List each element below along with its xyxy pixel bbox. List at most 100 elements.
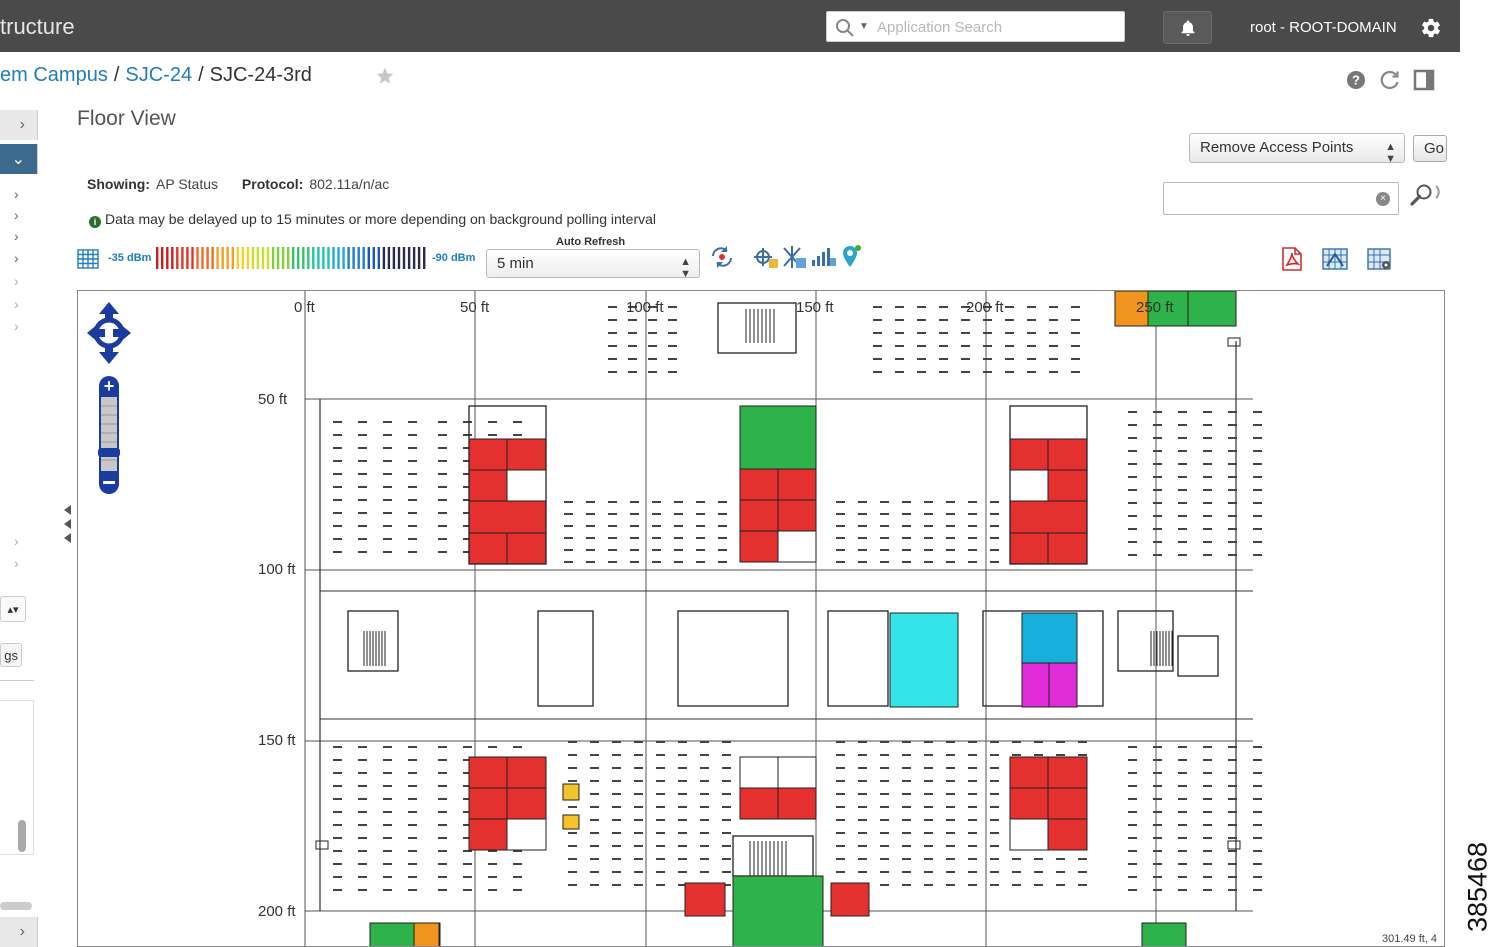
desk-mark xyxy=(408,538,417,540)
desk-mark xyxy=(924,845,933,847)
desk-mark xyxy=(408,798,417,800)
desk-mark xyxy=(1128,785,1137,787)
room-zone xyxy=(468,787,508,820)
room-zone xyxy=(413,922,440,946)
desk-mark xyxy=(383,889,392,891)
desk-mark xyxy=(917,306,926,308)
desk-mark xyxy=(608,501,617,503)
desk-mark xyxy=(946,832,955,834)
pdf-export-icon[interactable] xyxy=(1279,246,1305,277)
desk-mark xyxy=(463,421,472,423)
desk-mark xyxy=(1005,319,1014,321)
desk-mark xyxy=(722,780,731,782)
map-search-icon[interactable] xyxy=(1409,183,1441,214)
sidebar-bottom-expand-button[interactable]: › xyxy=(0,917,38,947)
search-input[interactable] xyxy=(877,16,1117,38)
desk-mark xyxy=(628,332,637,334)
sidebar-item-chevron[interactable]: › xyxy=(14,318,19,334)
desk-mark xyxy=(968,525,977,527)
position-access-point-icon[interactable] xyxy=(780,244,808,275)
favorite-star-icon[interactable] xyxy=(375,66,395,91)
sidebar-item-chevron[interactable]: › xyxy=(14,207,19,223)
desk-mark xyxy=(383,499,392,501)
desk-mark xyxy=(961,345,970,347)
desk-mark xyxy=(1056,754,1065,756)
floor-plan-drawing[interactable] xyxy=(78,291,1445,947)
legend-stripe xyxy=(246,247,250,269)
desk-mark xyxy=(1203,785,1212,787)
auto-refresh-select[interactable]: 5 min ▲ ▼ xyxy=(486,249,700,280)
sidebar-horizontal-scrollbar[interactable] xyxy=(0,902,32,910)
map-navigation-control[interactable]: + xyxy=(86,300,134,501)
alarm-bell-button[interactable] xyxy=(1163,11,1212,44)
map-grid-export-icon[interactable] xyxy=(1321,246,1349,277)
add-access-point-icon[interactable] xyxy=(752,244,780,275)
refresh-map-icon[interactable] xyxy=(708,244,736,275)
desk-mark xyxy=(1049,358,1058,360)
help-icon[interactable]: ? xyxy=(1346,70,1366,95)
legend-stripe xyxy=(327,247,330,269)
map-search-field[interactable]: × xyxy=(1163,182,1399,215)
desk-mark xyxy=(408,837,417,839)
sidebar-scrollbar[interactable] xyxy=(18,820,26,852)
desk-mark xyxy=(438,889,447,891)
sidebar-expand-button[interactable]: › xyxy=(0,110,38,140)
sidebar-item-chevron[interactable]: › xyxy=(14,533,19,549)
grid-toggle-icon[interactable] xyxy=(77,249,99,274)
sidebar-select[interactable]: ▴▾ xyxy=(0,596,26,622)
desk-mark xyxy=(333,434,342,436)
desk-mark xyxy=(700,871,709,873)
desk-mark xyxy=(924,525,933,527)
y-ruler-label: 100 ft xyxy=(258,561,296,578)
desk-mark xyxy=(946,806,955,808)
breadcrumb-campus-link[interactable]: em Campus xyxy=(0,64,108,86)
chevron-down-icon[interactable]: ▼ xyxy=(859,21,869,32)
legend-stripe xyxy=(372,247,375,269)
signal-chart-icon[interactable] xyxy=(810,244,838,275)
clear-icon[interactable]: × xyxy=(1376,192,1390,206)
application-search[interactable]: ▼ xyxy=(826,11,1125,42)
desk-mark xyxy=(902,561,911,563)
desk-mark xyxy=(1253,554,1262,556)
desk-mark xyxy=(946,754,955,756)
desk-mark xyxy=(968,741,977,743)
sidebar-item-chevron[interactable]: › xyxy=(14,250,19,266)
sidebar-item-chevron[interactable]: › xyxy=(14,296,19,312)
desk-mark xyxy=(568,884,577,886)
desk-mark xyxy=(678,754,687,756)
collapse-sidebar-handle[interactable] xyxy=(64,505,71,547)
desk-mark xyxy=(880,767,889,769)
remove-access-points-select[interactable]: Remove Access Points ▲ ▼ xyxy=(1189,133,1405,165)
refresh-icon[interactable] xyxy=(1379,69,1401,96)
expand-panel-icon[interactable] xyxy=(1413,69,1435,96)
sidebar-item-chevron[interactable]: › xyxy=(14,228,19,244)
desk-mark xyxy=(961,319,970,321)
desk-mark xyxy=(408,759,417,761)
desk-mark xyxy=(408,850,417,852)
desk-mark xyxy=(1128,824,1137,826)
room-zone xyxy=(1009,532,1049,565)
desk-mark xyxy=(590,741,599,743)
sidebar-item-chevron[interactable]: › xyxy=(14,555,19,571)
sidebar-settings-button[interactable]: gs xyxy=(0,643,22,667)
desk-mark xyxy=(1027,371,1036,373)
map-settings-icon[interactable] xyxy=(1366,246,1394,277)
desk-mark xyxy=(383,525,392,527)
desk-mark xyxy=(1153,450,1162,452)
go-button[interactable]: Go xyxy=(1413,135,1447,162)
sidebar-collapse-button[interactable]: ⌄ xyxy=(0,144,38,174)
user-domain-label[interactable]: root - ROOT-DOMAIN xyxy=(1250,19,1397,36)
sidebar-item-chevron[interactable]: › xyxy=(14,273,19,289)
location-marker-icon[interactable] xyxy=(838,244,864,275)
sidebar-item-chevron[interactable]: › xyxy=(14,186,19,202)
desk-mark xyxy=(333,486,342,488)
desk-mark xyxy=(648,332,657,334)
desk-mark xyxy=(586,561,595,563)
floor-map-canvas[interactable]: 0 ft 50 ft 100 ft 150 ft 200 ft 250 ft 5… xyxy=(77,290,1445,947)
desk-mark xyxy=(358,434,367,436)
breadcrumb-building-link[interactable]: SJC-24 xyxy=(125,64,192,86)
desk-mark xyxy=(696,501,705,503)
wall-outline xyxy=(827,610,889,707)
settings-button[interactable] xyxy=(1420,17,1442,44)
desk-mark xyxy=(1203,889,1212,891)
